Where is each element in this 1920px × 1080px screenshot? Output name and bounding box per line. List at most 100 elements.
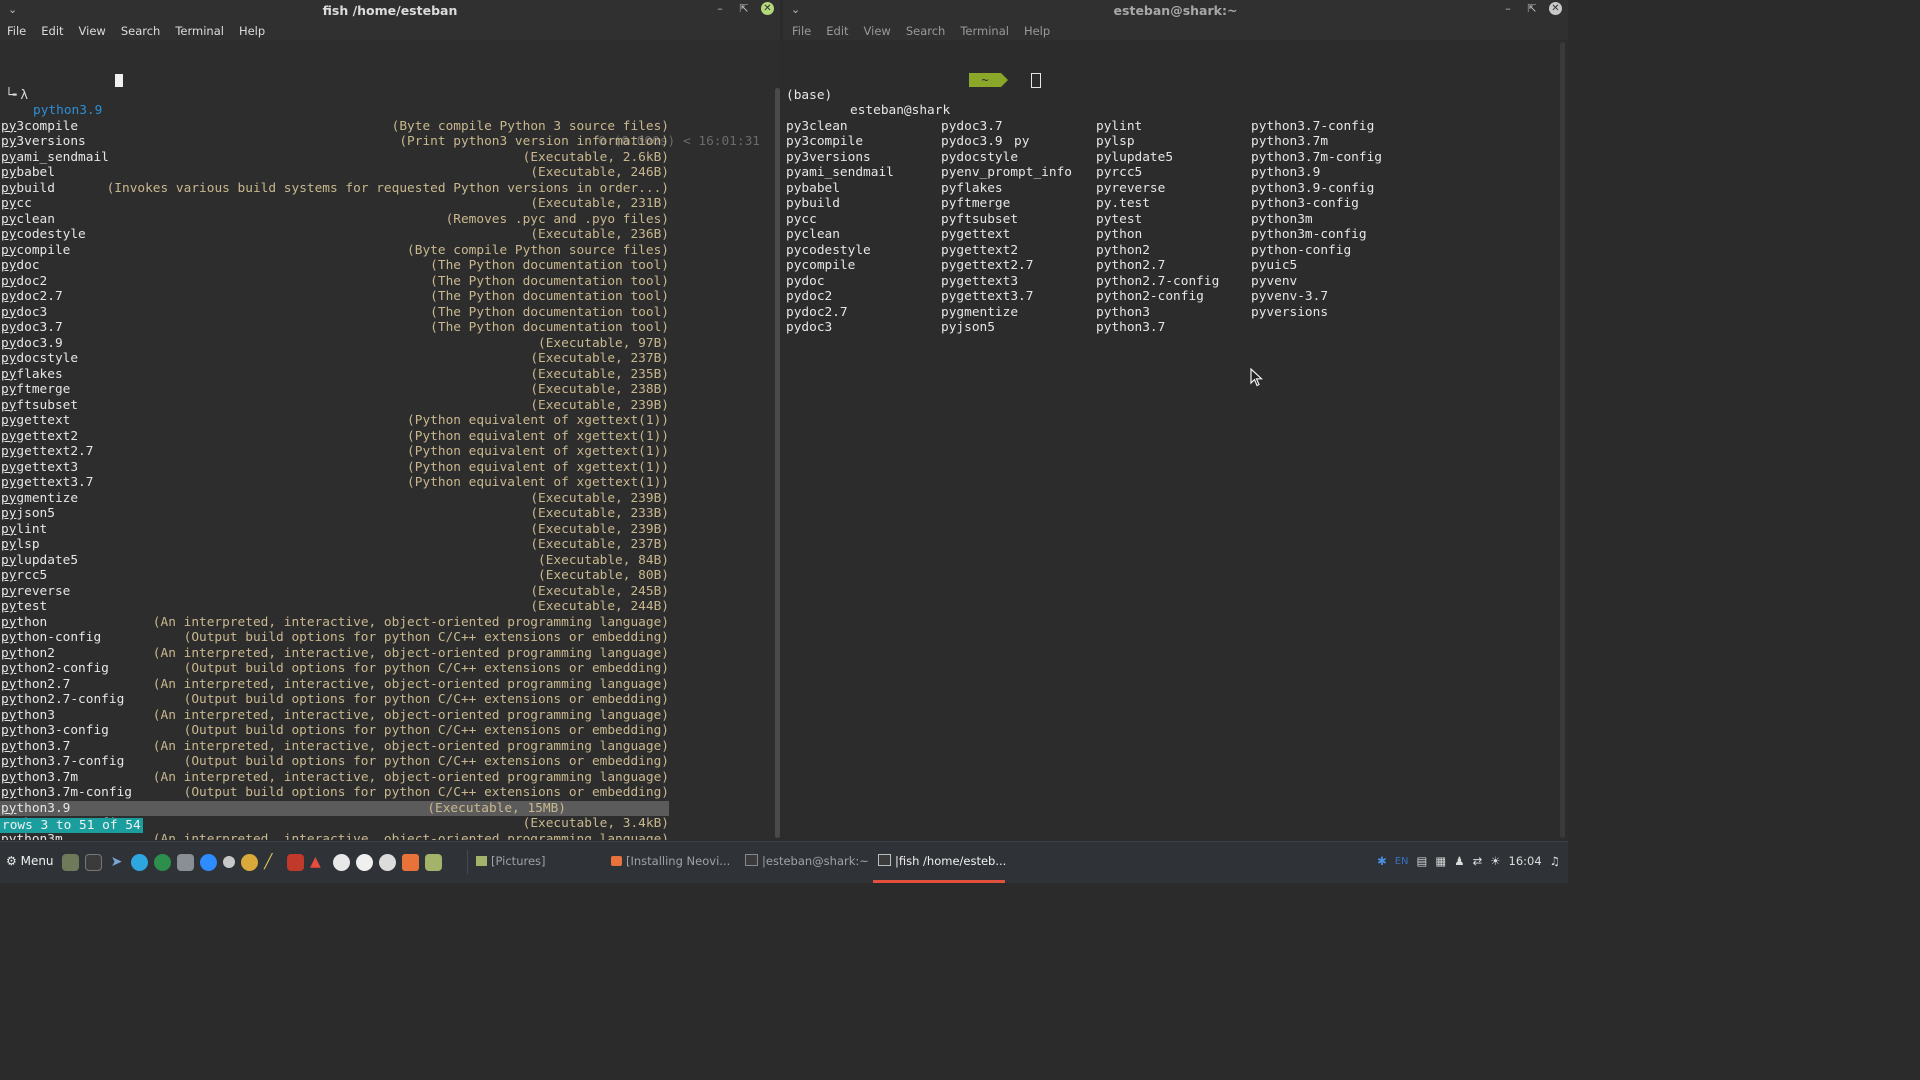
scrollbar[interactable] bbox=[775, 88, 780, 838]
clipboard-icon[interactable]: ▤ bbox=[1417, 854, 1428, 868]
menu-edit[interactable]: Edit bbox=[41, 24, 63, 38]
completion-row[interactable]: pydoc3.9 (Executable, 97B) bbox=[0, 336, 772, 352]
completion-row[interactable]: pylupdate5 (Executable, 84B) bbox=[0, 553, 772, 569]
completion-row[interactable]: python2.7-config (Output build options fo… bbox=[0, 692, 772, 708]
zoom-icon[interactable] bbox=[200, 854, 217, 871]
completion-row[interactable]: pydoc2 (The Python documentation tool) bbox=[0, 274, 772, 290]
music-note-icon[interactable]: ♫ bbox=[1550, 854, 1560, 868]
titlebar[interactable]: ⌄ esteban@shark:~ – ⇱ ✕ bbox=[783, 0, 1568, 21]
completion-row[interactable]: pygettext3.7 (Python equivalent of xgette… bbox=[0, 475, 772, 491]
completion-row[interactable]: python3.7m-config (Output build options f… bbox=[0, 785, 772, 801]
menu-help[interactable]: Help bbox=[239, 24, 265, 38]
completion-row[interactable]: pygettext (Python equivalent of xgettext(… bbox=[0, 413, 772, 429]
pen-icon[interactable]: ╱ bbox=[264, 854, 281, 871]
printer-icon[interactable] bbox=[177, 854, 194, 871]
network-icon[interactable]: ⇄ bbox=[1473, 854, 1483, 868]
completion-row[interactable]: pydoc3.7 (The Python documentation tool) bbox=[0, 320, 772, 336]
close-icon[interactable]: ✕ bbox=[1549, 2, 1562, 15]
minimize-icon[interactable]: – bbox=[713, 2, 727, 15]
menu-view[interactable]: View bbox=[864, 24, 891, 38]
completion-row[interactable]: pydoc2.7 (The Python documentation tool) bbox=[0, 289, 772, 305]
completion-row[interactable]: pygettext2.7 (Python equivalent of xgette… bbox=[0, 444, 772, 460]
menu-edit[interactable]: Edit bbox=[826, 24, 848, 38]
completion-row[interactable]: python2-config (Output build options for … bbox=[0, 661, 772, 677]
restore-icon[interactable]: ⇱ bbox=[737, 2, 751, 15]
completion-row[interactable]: pyclean (Removes .pyc and .pyo files) bbox=[0, 212, 772, 228]
completion-row[interactable]: pygmentize (Executable, 239B) bbox=[0, 491, 772, 507]
display-icon[interactable]: ▦ bbox=[1435, 854, 1446, 868]
completion-row[interactable]: pyjson5 (Executable, 233B) bbox=[0, 506, 772, 522]
completion-row[interactable]: python3-config (Output build options for … bbox=[0, 723, 772, 739]
scrollbar[interactable] bbox=[1560, 42, 1565, 838]
completion-row[interactable]: pyftmerge (Executable, 238B) bbox=[0, 382, 772, 398]
menu-terminal[interactable]: Terminal bbox=[175, 24, 224, 38]
completion-row[interactable]: pylsp (Executable, 237B) bbox=[0, 537, 772, 553]
completion-row[interactable]: py3versions (Print python3 version inform… bbox=[0, 134, 772, 150]
completion-row[interactable]: pyflakes (Executable, 235B) bbox=[0, 367, 772, 383]
completion-row[interactable]: python (An interpreted, interactive, obje… bbox=[0, 615, 772, 631]
completion-row[interactable]: python3.7-config (Output build options fo… bbox=[0, 754, 772, 770]
brave-icon[interactable] bbox=[402, 854, 419, 871]
clock-app-icon[interactable] bbox=[379, 854, 396, 871]
menu-terminal[interactable]: Terminal bbox=[960, 24, 1009, 38]
terminal-icon[interactable] bbox=[85, 854, 102, 871]
completion-row[interactable]: python3.7m (An interpreted, interactive, … bbox=[0, 770, 772, 786]
pdf-icon[interactable] bbox=[287, 854, 304, 871]
files-icon[interactable] bbox=[62, 854, 79, 871]
user-icon[interactable]: ♟ bbox=[1454, 854, 1464, 868]
task-terminal-fish[interactable]: |fish /home/esteb... bbox=[878, 854, 1006, 868]
restore-icon[interactable]: ⇱ bbox=[1525, 2, 1539, 15]
completion-row[interactable]: pyreverse (Executable, 245B) bbox=[0, 584, 772, 600]
completion-row[interactable]: python2 (An interpreted, interactive, obj… bbox=[0, 646, 772, 662]
completion-row[interactable]: pybabel (Executable, 246B) bbox=[0, 165, 772, 181]
telegram-icon[interactable] bbox=[131, 854, 148, 871]
clock[interactable]: 16:04 bbox=[1509, 854, 1542, 868]
completion-row[interactable]: pyami_sendmail (Executable, 2.6kB) bbox=[0, 150, 772, 166]
task-browser[interactable]: [Installing Neovi... bbox=[611, 854, 730, 868]
terminal-output[interactable]: └╸λ python3.9 0 (0.000s) < 16:01:31 py3c… bbox=[0, 41, 772, 840]
completion-row[interactable]: pycompile (Byte compile Python source fil… bbox=[0, 243, 772, 259]
menu-view[interactable]: View bbox=[79, 24, 106, 38]
prompt-line[interactable]: └╸λ python3.9 0 (0.000s) < 16:01:31 bbox=[0, 72, 772, 149]
terminal-output[interactable]: (base) esteban@shark ~ py py3clean py3com… bbox=[786, 41, 1382, 335]
close-icon[interactable]: ✕ bbox=[761, 2, 774, 15]
menu-file[interactable]: File bbox=[7, 24, 26, 38]
completion-row[interactable]: python3 (An interpreted, interactive, obj… bbox=[0, 708, 772, 724]
completion-row[interactable]: python2.7 (An interpreted, interactive, o… bbox=[0, 677, 772, 693]
compass-icon[interactable] bbox=[333, 854, 350, 871]
prompt-line[interactable]: (base) esteban@shark ~ py bbox=[786, 72, 1041, 149]
triangle-app-icon[interactable]: ▲ bbox=[310, 854, 327, 871]
menu-help[interactable]: Help bbox=[1024, 24, 1050, 38]
menu-search[interactable]: Search bbox=[906, 24, 946, 38]
completion-row[interactable]: pybuild (Invokes various build systems fo… bbox=[0, 181, 772, 197]
bluetooth-icon[interactable]: ✱ bbox=[1377, 854, 1387, 868]
completion-row[interactable]: pydocstyle (Executable, 237B) bbox=[0, 351, 772, 367]
browser-icon[interactable] bbox=[154, 854, 171, 871]
completion-row[interactable]: python3.9 (Executable, 15MB) bbox=[0, 800, 669, 816]
arrow-launcher-icon[interactable]: ➤ bbox=[108, 854, 125, 871]
completion-row[interactable]: pydoc (The Python documentation tool) bbox=[0, 258, 772, 274]
completion-row[interactable]: py3compile (Byte compile Python 3 source … bbox=[0, 119, 772, 135]
menu-file[interactable]: File bbox=[792, 24, 811, 38]
terminal-window-fish[interactable]: ⌄ fish /home/esteban – ⇱ ✕ File Edit Vie… bbox=[0, 0, 780, 840]
completion-row[interactable]: pyftsubset (Executable, 239B) bbox=[0, 398, 772, 414]
completion-row[interactable]: pygettext2 (Python equivalent of xgettext… bbox=[0, 429, 772, 445]
disc-icon[interactable] bbox=[241, 854, 258, 871]
task-pictures[interactable]: [Pictures] bbox=[476, 854, 546, 868]
completion-row[interactable]: python3.7 (An interpreted, interactive, o… bbox=[0, 739, 772, 755]
completion-row[interactable]: pycc (Executable, 231B) bbox=[0, 196, 772, 212]
completion-row[interactable]: pycodestyle (Executable, 236B) bbox=[0, 227, 772, 243]
completion-row[interactable]: pygettext3 (Python equivalent of xgettext… bbox=[0, 460, 772, 476]
completion-row[interactable]: pydoc3 (The Python documentation tool) bbox=[0, 305, 772, 321]
keyboard-layout[interactable]: EN bbox=[1395, 856, 1409, 867]
terminal-window-shark[interactable]: ⌄ esteban@shark:~ – ⇱ ✕ File Edit View S… bbox=[783, 0, 1568, 840]
completion-row[interactable]: python-config (Output build options for p… bbox=[0, 630, 772, 646]
completion-row[interactable]: pylint (Executable, 239B) bbox=[0, 522, 772, 538]
titlebar[interactable]: ⌄ fish /home/esteban – ⇱ ✕ bbox=[0, 0, 780, 21]
start-menu-button[interactable]: ⚙ Menu bbox=[6, 854, 54, 868]
brightness-icon[interactable]: ☀ bbox=[1490, 854, 1500, 868]
menu-search[interactable]: Search bbox=[121, 24, 161, 38]
task-terminal-shark[interactable]: |esteban@shark:~ bbox=[745, 854, 869, 868]
minimize-icon[interactable]: – bbox=[1501, 2, 1515, 15]
completion-row[interactable]: pyrcc5 (Executable, 80B) bbox=[0, 568, 772, 584]
